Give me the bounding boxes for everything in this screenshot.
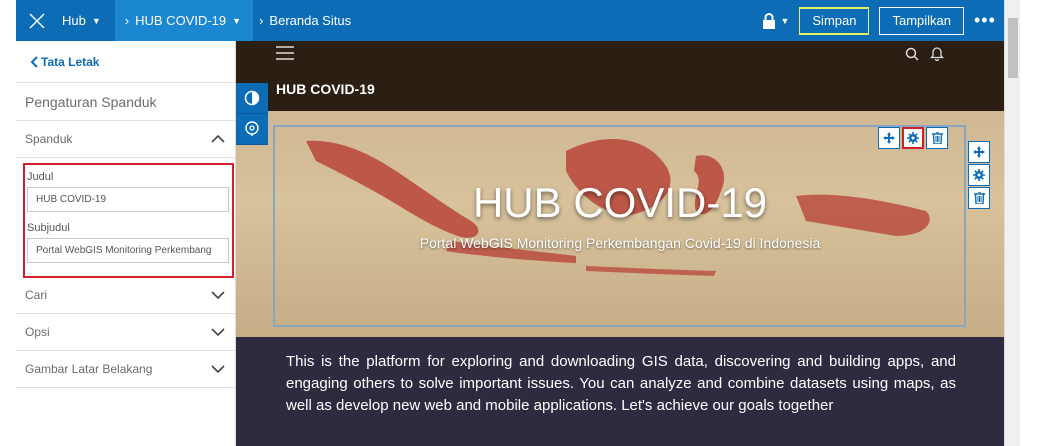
caret-down-icon: ▼ bbox=[232, 15, 242, 26]
gear-icon bbox=[973, 169, 985, 181]
chevron-left-icon bbox=[30, 55, 38, 68]
lock-icon bbox=[763, 12, 776, 29]
row-settings-button[interactable] bbox=[968, 164, 990, 186]
site-label: HUB COVID-19 bbox=[135, 13, 227, 28]
banner-title: HUB COVID-19 bbox=[472, 179, 768, 226]
section-search-label: Cari bbox=[25, 288, 48, 302]
site-header-title: HUB COVID-19 bbox=[236, 67, 1004, 111]
top-bar: Hub ▼ › HUB COVID-19 ▼ › Beranda Situs ▼… bbox=[16, 0, 1004, 41]
move-icon bbox=[973, 146, 985, 158]
caret-down-icon: ▼ bbox=[780, 15, 790, 26]
side-tool-strip bbox=[236, 83, 268, 145]
breadcrumb[interactable]: › Beranda Situs bbox=[253, 13, 762, 28]
delete-row-button[interactable] bbox=[968, 187, 990, 209]
gear-icon bbox=[907, 132, 919, 144]
breadcrumb-label: Beranda Situs bbox=[269, 13, 352, 28]
trash-icon bbox=[973, 192, 985, 204]
trash-icon bbox=[931, 132, 943, 144]
scrollbar-thumb[interactable] bbox=[1008, 18, 1018, 78]
back-to-layout-link[interactable]: Tata Letak bbox=[16, 41, 235, 83]
section-search-header[interactable]: Cari bbox=[16, 277, 235, 314]
section-background-header[interactable]: Gambar Latar Belakang bbox=[16, 351, 235, 388]
chevron-right-icon: › bbox=[124, 13, 130, 28]
site-menu-button[interactable]: › HUB COVID-19 ▼ bbox=[114, 0, 254, 41]
hub-menu-button[interactable]: Hub ▼ bbox=[58, 0, 115, 41]
subtitle-field-label: Subjudul bbox=[27, 222, 70, 234]
save-button[interactable]: Simpan bbox=[799, 6, 870, 35]
sharing-menu-button[interactable]: ▼ bbox=[762, 12, 790, 29]
caret-down-icon: ▼ bbox=[91, 15, 101, 26]
title-field-label: Judul bbox=[27, 171, 54, 183]
move-icon bbox=[883, 132, 895, 144]
site-preview: HUB COVID-19 HUB COVID-19 Portal WebGIS … bbox=[236, 41, 1004, 446]
section-banner-header[interactable]: Spanduk bbox=[16, 121, 235, 158]
left-gutter bbox=[0, 0, 16, 446]
more-options-button[interactable]: ••• bbox=[974, 10, 998, 31]
site-nav bbox=[236, 41, 1004, 67]
panel-title: Pengaturan Spanduk bbox=[16, 83, 235, 121]
hub-label: Hub bbox=[62, 13, 86, 28]
chevron-right-icon: › bbox=[259, 13, 264, 28]
section-banner-label: Spanduk bbox=[25, 132, 73, 146]
chevron-up-icon bbox=[211, 134, 225, 143]
search-icon[interactable] bbox=[905, 47, 919, 61]
back-label: Tata Letak bbox=[41, 54, 100, 69]
page-scrollbar[interactable] bbox=[1004, 0, 1020, 446]
chevron-down-icon bbox=[211, 365, 225, 374]
card-palette-icon bbox=[245, 121, 259, 136]
bell-icon[interactable] bbox=[930, 46, 944, 61]
move-row-button[interactable] bbox=[968, 141, 990, 163]
theme-button[interactable] bbox=[236, 83, 268, 114]
chevron-down-icon bbox=[211, 291, 225, 300]
banner-text-form: Judul HUB COVID-19 Subjudul Portal WebGI… bbox=[23, 163, 234, 278]
contrast-icon bbox=[244, 90, 260, 106]
delete-banner-button[interactable] bbox=[926, 127, 948, 149]
view-button[interactable]: Tampilkan bbox=[879, 6, 964, 35]
intro-text: This is the platform for exploring and d… bbox=[286, 353, 956, 414]
subtitle-field[interactable]: Portal WebGIS Monitoring Perkembang bbox=[27, 238, 229, 263]
section-background-label: Gambar Latar Belakang bbox=[25, 362, 153, 376]
move-banner-button[interactable] bbox=[878, 127, 900, 149]
title-field[interactable]: HUB COVID-19 bbox=[27, 187, 229, 212]
close-icon[interactable] bbox=[16, 0, 58, 41]
chevron-down-icon bbox=[211, 328, 225, 337]
add-card-button[interactable] bbox=[236, 114, 268, 145]
section-options-header[interactable]: Opsi bbox=[16, 314, 235, 351]
layout-settings-panel: Tata Letak Pengaturan Spanduk Spanduk Ju… bbox=[16, 41, 236, 446]
banner-settings-button[interactable] bbox=[902, 127, 924, 149]
banner-subtitle: Portal WebGIS Monitoring Perkembangan Co… bbox=[419, 235, 821, 251]
section-options-label: Opsi bbox=[25, 325, 50, 339]
hamburger-menu-icon[interactable] bbox=[276, 45, 294, 61]
